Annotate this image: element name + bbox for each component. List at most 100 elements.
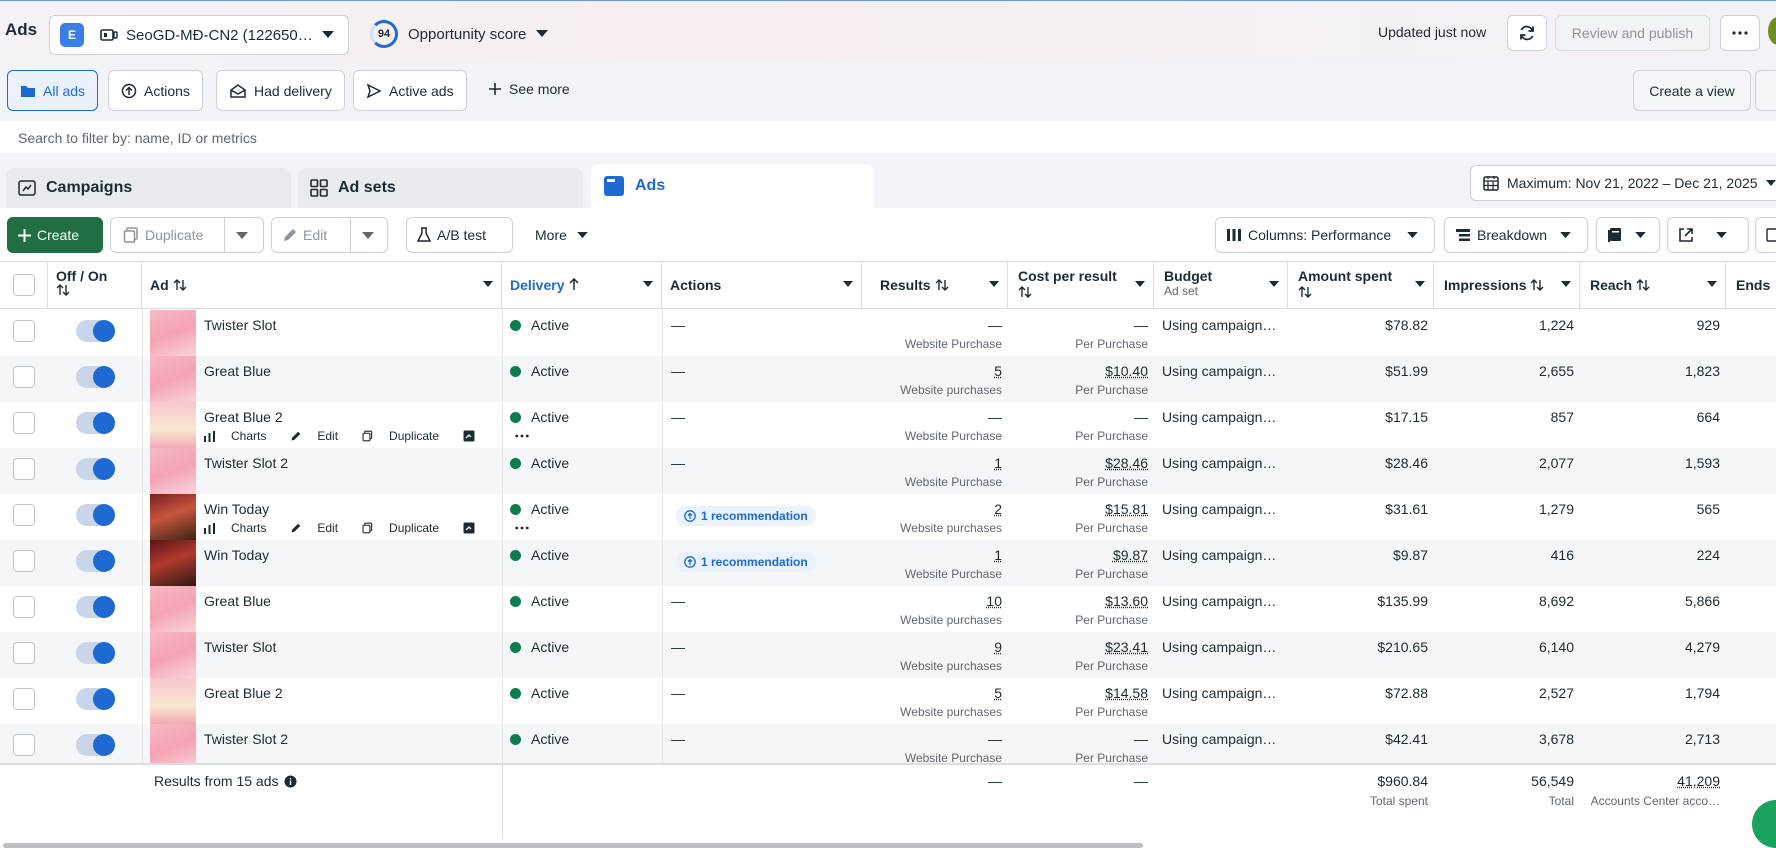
chevron-down-icon[interactable] (236, 232, 248, 240)
results-value[interactable]: 9 (900, 639, 1002, 655)
status-toggle[interactable] (76, 504, 114, 526)
results-value[interactable]: 5 (900, 685, 1002, 701)
ad-name[interactable]: Great Blue 2 (204, 685, 283, 701)
row-checkbox[interactable] (13, 412, 35, 434)
row-checkbox[interactable] (13, 642, 35, 664)
col-header-reach[interactable]: Reach (1580, 262, 1726, 309)
opportunity-score[interactable]: 94 Opportunity score (370, 20, 548, 48)
cost-per-result-value[interactable]: $13.60 (1030, 593, 1148, 609)
more-menu-button[interactable]: More (524, 217, 601, 253)
row-checkbox[interactable] (13, 688, 35, 710)
col-header-impressions[interactable]: Impressions (1434, 262, 1580, 309)
row-checkbox[interactable] (13, 734, 35, 756)
cost-per-result-value[interactable]: $28.46 (1030, 455, 1148, 471)
cost-per-result-value[interactable]: $9.87 (1030, 547, 1148, 563)
edit-link[interactable]: Edit (290, 521, 350, 535)
status-toggle[interactable] (76, 596, 114, 618)
tab-ads[interactable]: Ads (591, 164, 874, 208)
col-header-delivery[interactable]: Delivery (502, 262, 662, 309)
share-preview-icon[interactable] (463, 430, 479, 442)
horizontal-scrollbar[interactable] (3, 843, 1143, 848)
more-icon[interactable] (515, 526, 533, 530)
info-icon[interactable] (284, 775, 297, 788)
cost-per-result-value[interactable]: $14.58 (1030, 685, 1148, 701)
col-header-results[interactable]: Results (862, 262, 1008, 309)
avatar[interactable] (1768, 17, 1776, 45)
view-active-ads[interactable]: Active ads (353, 70, 467, 111)
view-actions[interactable]: Actions (108, 70, 203, 111)
more-options-button[interactable] (1720, 15, 1760, 51)
col-header-cost-per-result[interactable]: Cost per result (1008, 262, 1154, 309)
create-button[interactable]: Create (7, 217, 103, 253)
col-header-amount-spent[interactable]: Amount spent (1288, 262, 1434, 309)
ad-name[interactable]: Great Blue 2 (204, 409, 283, 425)
view-all-ads[interactable]: All ads (7, 70, 98, 111)
cost-per-result-value[interactable]: $23.41 (1030, 639, 1148, 655)
col-header-actions[interactable]: Actions (662, 262, 862, 309)
create-view-button[interactable]: Create a view (1633, 70, 1751, 111)
results-value[interactable]: 10 (900, 593, 1002, 609)
col-header-ends[interactable]: Ends (1726, 262, 1776, 309)
ad-name[interactable]: Twister Slot 2 (204, 731, 288, 747)
recommendation-badge[interactable]: 1 recommendation (676, 552, 816, 572)
duplicate-link[interactable]: Duplicate (362, 521, 451, 535)
search-input[interactable]: Search to filter by: name, ID or metrics (9, 123, 1776, 153)
select-all-checkbox[interactable] (13, 274, 35, 296)
recommendation-badge[interactable]: 1 recommendation (676, 506, 816, 526)
row-checkbox[interactable] (13, 320, 35, 342)
ad-name[interactable]: Twister Slot 2 (204, 455, 288, 471)
results-value[interactable]: 5 (900, 363, 1002, 379)
view-options-button[interactable] (1755, 70, 1776, 111)
row-checkbox[interactable] (13, 366, 35, 388)
tab-adsets[interactable]: Ad sets (298, 168, 583, 208)
ad-name[interactable]: Great Blue (204, 363, 271, 379)
status-toggle[interactable] (76, 366, 114, 388)
charts-link[interactable]: Charts (204, 429, 278, 443)
results-value[interactable]: 1 (900, 547, 1002, 563)
columns-button[interactable]: Columns: Performance (1215, 217, 1435, 253)
chevron-down-icon[interactable] (362, 232, 374, 240)
more-icon[interactable] (515, 434, 533, 438)
tab-campaigns[interactable]: Campaigns (6, 168, 291, 208)
cost-per-result-value[interactable]: $10.40 (1030, 363, 1148, 379)
charts-link[interactable]: Charts (204, 521, 278, 535)
status-toggle[interactable] (76, 688, 114, 710)
row-checkbox[interactable] (13, 504, 35, 526)
reports-button[interactable] (1596, 217, 1660, 253)
cost-per-result-value[interactable]: $15.81 (1030, 501, 1148, 517)
cost-per-result-sub: Per Purchase (1030, 613, 1148, 627)
search-placeholder: Search to filter by: name, ID or metrics (18, 130, 257, 146)
review-publish-button[interactable]: Review and publish (1555, 15, 1710, 51)
ad-name[interactable]: Great Blue (204, 593, 271, 609)
duplicate-link[interactable]: Duplicate (362, 429, 451, 443)
status-toggle[interactable] (76, 550, 114, 572)
status-toggle[interactable] (76, 320, 114, 342)
ad-name[interactable]: Twister Slot (204, 317, 276, 333)
view-had-delivery[interactable]: Had delivery (216, 70, 345, 111)
status-toggle[interactable] (76, 734, 114, 756)
ad-name[interactable]: Win Today (204, 547, 269, 563)
see-more-button[interactable]: See more (489, 81, 570, 97)
row-checkbox[interactable] (13, 458, 35, 480)
edit-link[interactable]: Edit (290, 429, 350, 443)
col-header-offon[interactable]: Off / On (48, 262, 142, 309)
row-checkbox[interactable] (13, 550, 35, 572)
refresh-button[interactable] (1507, 15, 1547, 51)
row-checkbox[interactable] (13, 596, 35, 618)
col-header-budget[interactable]: Budget Ad set (1154, 262, 1288, 309)
ad-name[interactable]: Twister Slot (204, 639, 276, 655)
status-toggle[interactable] (76, 458, 114, 480)
status-toggle[interactable] (76, 412, 114, 434)
status-toggle[interactable] (76, 642, 114, 664)
export-button[interactable] (1667, 217, 1749, 253)
ad-name[interactable]: Win Today (204, 501, 269, 517)
results-value[interactable]: 2 (900, 501, 1002, 517)
breakdown-button[interactable]: Breakdown (1444, 217, 1588, 253)
account-selector[interactable]: E SeoGD-MĐ-CN2 (122650… (49, 15, 349, 55)
share-preview-icon[interactable] (463, 522, 479, 534)
chart-view-button[interactable] (1755, 217, 1776, 253)
date-range-picker[interactable]: Maximum: Nov 21, 2022 – Dec 21, 2025 (1470, 165, 1776, 201)
col-header-ad[interactable]: Ad (142, 262, 502, 309)
ab-test-button[interactable]: A/B test (406, 217, 513, 253)
results-value[interactable]: 1 (900, 455, 1002, 471)
